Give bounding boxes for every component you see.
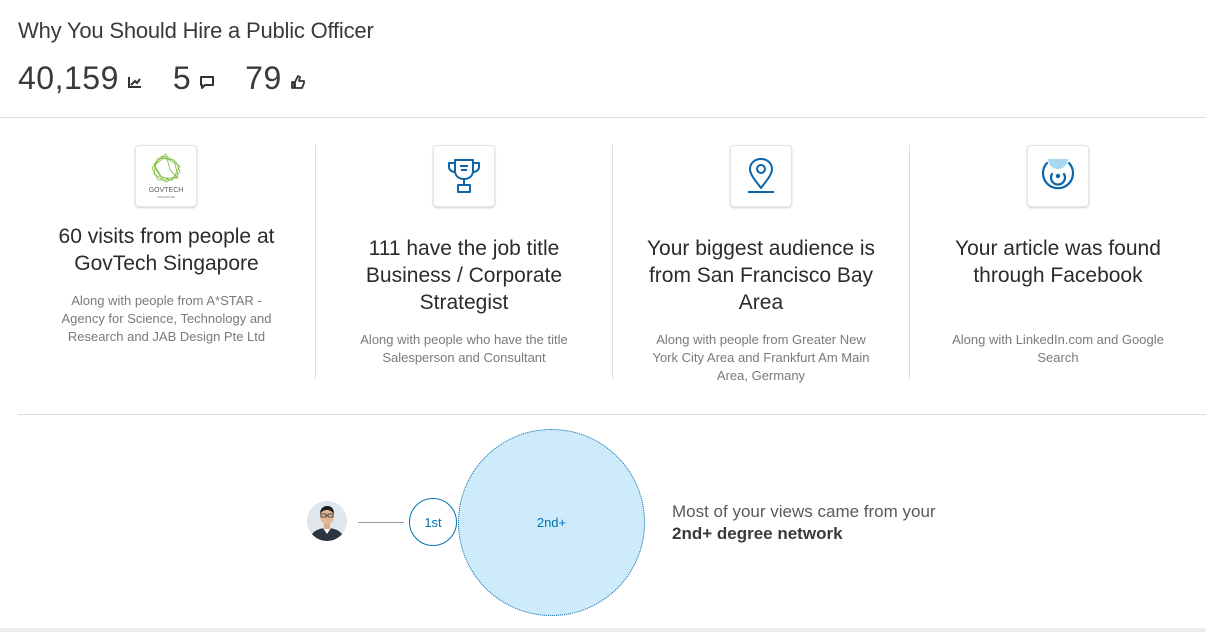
views-count: 40,159 xyxy=(18,59,119,96)
highlight-headline: 60 visits from people at GovTech Singapo… xyxy=(58,225,275,275)
article-stats: 40,159 5 79 xyxy=(18,58,336,98)
highlight-subtext: Along with people from A*STAR - Agency f… xyxy=(61,293,272,344)
divider xyxy=(0,117,1206,118)
highlight-subtext: Along with people who have the title Sal… xyxy=(360,332,568,365)
highlight-job-title[interactable]: 111 have the job title Business / Corpor… xyxy=(314,145,612,379)
highlight-subtext: Along with LinkedIn.com and Google Searc… xyxy=(952,332,1164,365)
network-summary-text: Most of your views came from your xyxy=(672,502,936,521)
views-trend-icon xyxy=(127,75,143,94)
views-stat[interactable]: 40,159 xyxy=(18,60,143,97)
network-summary-bold: 2nd+ degree network xyxy=(672,524,843,543)
likes-stat[interactable]: 79 xyxy=(245,60,306,97)
highlight-traffic-source[interactable]: Your article was found through Facebook … xyxy=(908,145,1206,379)
connector-line xyxy=(358,522,404,523)
comments-stat[interactable]: 5 xyxy=(173,60,215,97)
highlight-location[interactable]: Your biggest audience is from San Franci… xyxy=(611,145,909,383)
comments-count: 5 xyxy=(172,59,192,96)
first-degree-label: 1st xyxy=(424,514,442,530)
avatar[interactable] xyxy=(307,501,347,541)
article-title: Why You Should Hire a Public Officer xyxy=(18,18,374,43)
network-breakdown: 1st 2nd+ Most of your views came from yo… xyxy=(0,415,1206,625)
second-degree-bubble[interactable]: 2nd+ xyxy=(458,429,645,616)
highlight-headline: Your article was found through Facebook xyxy=(955,237,1161,287)
second-degree-label: 2nd+ xyxy=(536,515,567,530)
first-degree-bubble[interactable]: 1st xyxy=(409,498,457,546)
location-pin-icon xyxy=(729,145,792,207)
highlight-headline: Your biggest audience is from San Franci… xyxy=(646,237,876,314)
trophy-icon xyxy=(432,145,495,207)
highlights-row: GOVTECH SINGAPORE 60 visits from people … xyxy=(18,145,1206,383)
govtech-logo-subtext: SINGAPORE xyxy=(158,195,176,199)
highlight-company[interactable]: GOVTECH SINGAPORE 60 visits from people … xyxy=(18,145,315,379)
govtech-logo-text: GOVTECH xyxy=(149,187,184,194)
network-summary: Most of your views came from your 2nd+ d… xyxy=(672,501,936,545)
comment-icon xyxy=(199,75,215,94)
highlight-subtext: Along with people from Greater New York … xyxy=(652,332,870,383)
govtech-logo: GOVTECH SINGAPORE xyxy=(135,145,198,207)
highlight-headline: 111 have the job title Business / Corpor… xyxy=(365,237,563,314)
traffic-source-icon xyxy=(1026,145,1089,207)
bottom-border xyxy=(0,628,1206,632)
like-icon xyxy=(290,74,306,95)
likes-count: 79 xyxy=(245,59,282,96)
